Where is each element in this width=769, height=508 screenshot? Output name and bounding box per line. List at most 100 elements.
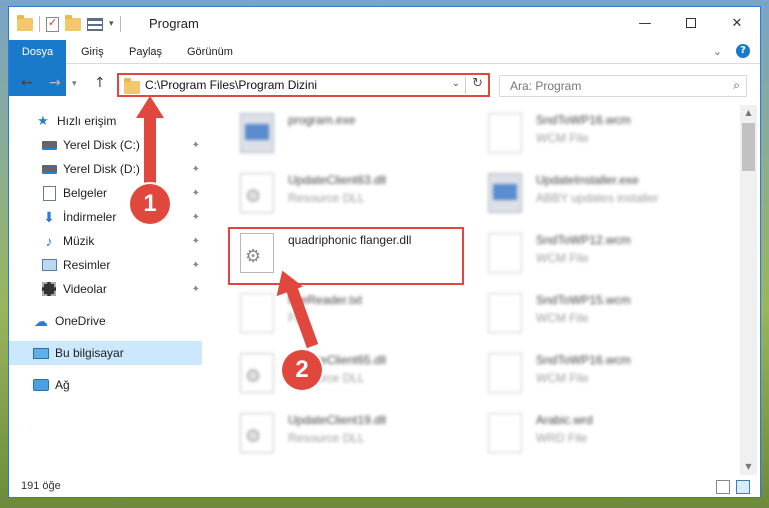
file-item[interactable]: UpdateClient63.dll Resource DLL [222,167,472,223]
search-input[interactable]: Ara: Program ⌕ [499,75,747,97]
sidebar-item-downloads[interactable]: ⬇ İndirmeler ✦ [9,205,202,229]
address-bar[interactable]: C:\Program Files\Program Dizini ⌄ ↻ [117,73,490,97]
star-icon: ★ [37,113,49,128]
file-type: WCM File [536,311,589,325]
file-item[interactable]: SndToWP15.wcm WCM File [470,287,720,343]
scroll-down-icon[interactable]: ▼ [740,459,757,475]
file-type: WCM File [536,251,589,265]
scroll-thumb[interactable] [742,123,755,171]
help-icon[interactable]: ? [736,44,750,58]
file-item[interactable]: SndToWP16.wcm WCM File [470,107,720,163]
properties-icon[interactable] [46,16,59,32]
pin-icon: ✦ [191,139,200,151]
details-view-icon[interactable] [716,480,730,494]
file-icon [488,293,522,333]
sidebar-item-network[interactable]: Ağ [9,373,202,397]
drive-icon [41,137,57,153]
file-item[interactable]: SndToWP12.wcm WCM File [470,227,720,283]
cloud-icon: ☁ [34,312,48,329]
dll-file-icon [240,173,274,213]
file-item[interactable]: Arabic.wrd WRD File [470,407,720,463]
address-dropdown-icon[interactable]: ⌄ [452,78,460,89]
recent-locations-icon[interactable]: ▾ [72,79,77,89]
step-1-badge: 1 [130,184,170,224]
dll-file-icon [240,413,274,453]
file-highlight-box [228,227,464,285]
tiles-view-icon[interactable] [736,480,750,494]
video-icon [41,281,57,297]
file-icon [488,233,522,273]
file-type: ABBY updates installer [536,191,659,205]
sidebar-item-label: İndirmeler [63,210,117,224]
sidebar-item-videos[interactable]: Videolar ✦ [9,277,202,301]
sidebar-item-documents[interactable]: Belgeler ✦ [9,181,202,205]
file-name: UpdateInstaller.exe [536,173,639,187]
sidebar-item-onedrive[interactable]: ☁ OneDrive [9,309,202,333]
file-name: Arabic.wrd [536,413,593,427]
refresh-icon[interactable]: ↻ [472,76,483,91]
file-type: WRD File [536,431,588,445]
search-placeholder: Ara: Program [510,79,582,93]
back-button[interactable]: ← [21,75,33,91]
file-item[interactable]: program.exe [222,107,472,163]
file-item[interactable]: UpdateInstaller.exe ABBY updates install… [470,167,720,223]
text-file-icon [240,293,274,333]
new-folder-icon[interactable] [65,14,81,31]
pin-icon: ✦ [191,283,200,295]
computer-icon [33,345,49,361]
sidebar-item-label: Müzik [63,234,95,248]
file-icon [488,353,522,393]
status-bar: 191 öğe [9,477,760,497]
customize-toolbar-icon[interactable]: ▾ [109,19,114,29]
folder-icon [124,78,140,94]
pin-icon: ✦ [191,163,200,175]
address-divider [465,77,466,94]
sidebar-item-music[interactable]: ♪ Müzik ✦ [9,229,202,253]
tab-home[interactable]: Giriş [81,40,104,64]
up-button[interactable]: ↑ [94,75,106,91]
sidebar-item-label: Hızlı erişim [57,114,117,128]
file-item[interactable]: UpdateClient19.dll Resource DLL [222,407,472,463]
scroll-up-icon[interactable]: ▲ [740,105,757,121]
file-type: Resource DLL [288,191,365,205]
file-name: UpdateClient63.dll [288,173,387,187]
file-name: SndToWP15.wcm [536,293,631,307]
vertical-scrollbar[interactable]: ▲ ▼ [740,105,757,475]
close-button[interactable]: ✕ [714,7,760,39]
maximize-button[interactable] [668,7,714,39]
sidebar-item-this-pc[interactable]: Bu bilgisayar [9,341,202,365]
file-icon [488,413,522,453]
forward-button[interactable]: → [49,75,61,91]
views-icon[interactable] [87,17,103,31]
sidebar-item-label: Videolar [63,282,107,296]
file-item[interactable]: UpdateClient65.dll Resource DLL [222,347,472,403]
arrow-to-address-bar [144,112,156,194]
folder-icon[interactable] [17,14,33,31]
search-icon[interactable]: ⌕ [733,78,740,93]
file-item[interactable]: SndToWP16.wcm WCM File [470,347,720,403]
documents-icon [41,185,57,201]
title-bar: ▾ Program — ✕ [9,7,760,40]
file-item[interactable]: fineReader.txt File [222,287,472,343]
sidebar-item-quick-access[interactable]: ★ Hızlı erişim [9,109,202,133]
view-buttons [716,480,750,494]
file-name: SndToWP12.wcm [536,233,631,247]
sidebar-item-pictures[interactable]: Resimler ✦ [9,253,202,277]
pictures-icon [41,257,57,273]
dll-file-icon [240,353,274,393]
file-name: SndToWP16.wcm [536,113,631,127]
sidebar-item-disk-c[interactable]: Yerel Disk (C:) ✦ [9,133,202,157]
minimize-button[interactable]: — [622,7,668,39]
address-path[interactable]: C:\Program Files\Program Dizini [145,78,317,92]
pin-icon: ✦ [191,235,200,247]
sidebar-item-disk-d[interactable]: Yerel Disk (D:) ✦ [9,157,202,181]
navigation-bar: ← → ▾ ↑ C:\Program Files\Program Dizini … [9,69,760,99]
tab-view[interactable]: Görünüm [187,40,233,64]
step-2-badge: 2 [282,350,322,390]
tab-share[interactable]: Paylaş [129,40,162,64]
quick-access-toolbar: ▾ [17,14,121,32]
pin-icon: ✦ [191,187,200,199]
ribbon-right: ⌄ ? [713,44,750,58]
expand-ribbon-icon[interactable]: ⌄ [713,45,722,58]
file-type: WCM File [536,371,589,385]
